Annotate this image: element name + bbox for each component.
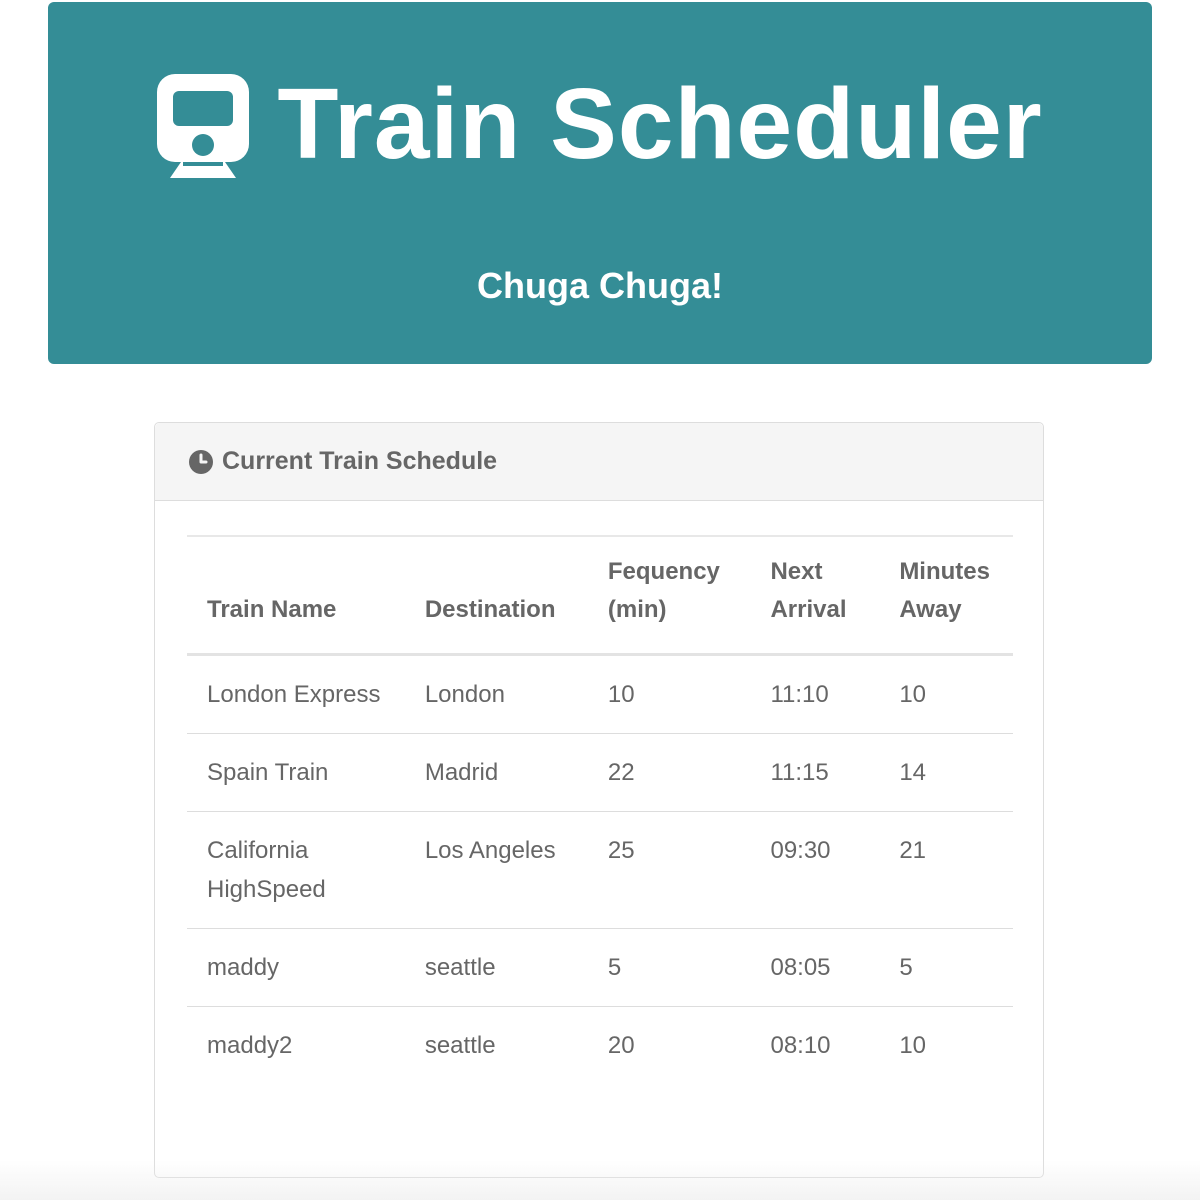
column-header-destination: Destination [424, 595, 556, 623]
cell-next-arrival: 11:15 [770, 758, 829, 786]
cell-train-name: California HighSpeed [207, 836, 326, 903]
cell-minutes-away: 10 [899, 1031, 927, 1059]
cell-destination: seattle [424, 1031, 496, 1059]
cell-destination: seattle [424, 953, 496, 981]
cell-next-arrival: 08:10 [770, 1031, 831, 1059]
schedule-panel: Current Train Schedule Train Name Destin… [154, 422, 1044, 1178]
cell-destination: Madrid [424, 758, 499, 786]
cell-frequency: 10 [607, 680, 635, 708]
table-row: California HighSpeed Los Angeles 25 09:3… [187, 811, 1013, 928]
column-header-next-arrival: Next Arrival [770, 557, 847, 623]
cell-train-name: Spain Train [207, 758, 329, 786]
page-title: Train Scheduler [277, 68, 1043, 180]
column-header-train-name: Train Name [207, 595, 337, 623]
cell-destination: Los Angeles [424, 836, 556, 864]
schedule-table-wrapper: Train Name Destination Fequency (min) Ne… [187, 535, 1013, 1084]
header-jumbotron: Train Scheduler Chuga Chuga! [48, 2, 1152, 364]
cell-next-arrival: 11:10 [770, 680, 829, 708]
table-row: maddy seattle 5 08:05 5 [187, 928, 1013, 1006]
cell-frequency: 20 [607, 1031, 635, 1059]
cell-next-arrival: 09:30 [770, 836, 831, 864]
cell-frequency: 25 [607, 836, 635, 864]
panel-heading: Current Train Schedule [155, 423, 1043, 501]
cell-frequency: 22 [607, 758, 635, 786]
clock-icon [189, 449, 213, 474]
cell-next-arrival: 08:05 [770, 953, 831, 981]
cell-train-name: maddy2 [207, 1031, 293, 1059]
cell-minutes-away: 10 [899, 680, 927, 708]
table-row: maddy2 seattle 20 08:10 10 [187, 1006, 1013, 1084]
cell-frequency: 5 [607, 953, 622, 981]
table-row: London Express London 10 11:10 10 [187, 654, 1013, 733]
column-header-minutes-away: Minutes Away [899, 557, 990, 623]
cell-minutes-away: 14 [899, 758, 927, 786]
cell-train-name: maddy [207, 953, 280, 981]
panel-title: Current Train Schedule [222, 447, 498, 475]
cell-destination: London [424, 680, 505, 708]
column-header-frequency: Fequency (min) [607, 557, 720, 623]
schedule-table: Train Name Destination Fequency (min) Ne… [187, 535, 1013, 1084]
header-title-row: Train Scheduler [48, 70, 1152, 178]
cell-train-name: London Express [207, 680, 381, 708]
table-row: Spain Train Madrid 22 11:15 14 [187, 733, 1013, 811]
page-subtitle: Chuga Chuga! [477, 265, 723, 306]
table-header-row: Train Name Destination Fequency (min) Ne… [187, 536, 1013, 654]
cell-minutes-away: 5 [899, 953, 913, 981]
train-icon [157, 74, 250, 178]
cell-minutes-away: 21 [899, 836, 927, 864]
